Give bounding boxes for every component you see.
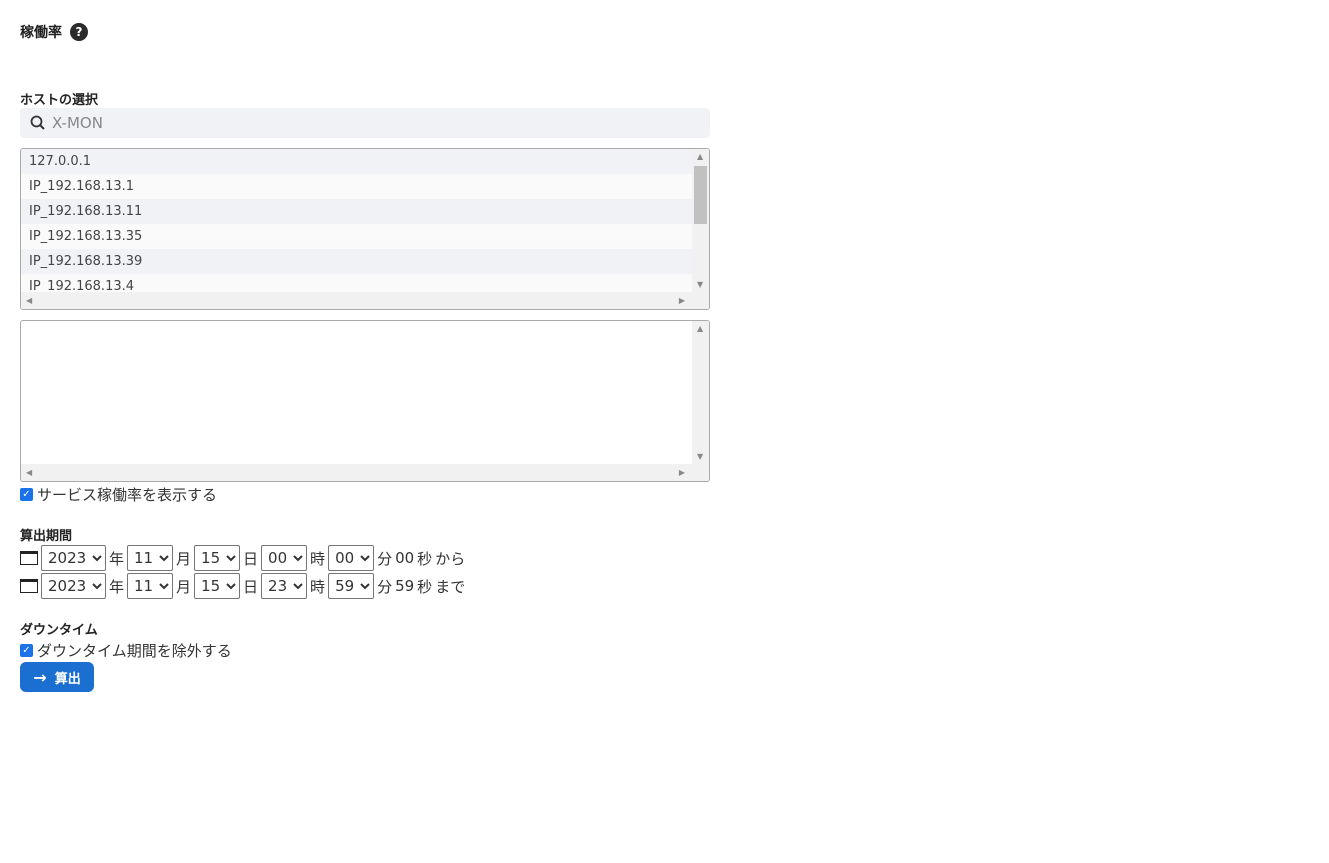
period-to: 2023 年 11 月 15 日 23 時 59 分 59 秒まで — [20, 573, 465, 599]
unit: 月 — [176, 577, 192, 596]
host-search[interactable] — [20, 108, 710, 138]
host-list[interactable]: 127.0.0.1 IP_192.168.13.1 IP_192.168.13.11… — [20, 148, 710, 310]
calendar-icon[interactable] — [20, 551, 38, 565]
suffix: から — [435, 549, 466, 568]
unit: 時 — [310, 549, 326, 568]
show-service-checkbox-row[interactable]: ✓ サービス稼働率を表示する — [20, 484, 217, 505]
checkbox-label: ダウンタイム期間を除外する — [37, 642, 232, 660]
period-from: 2023 年 11 月 15 日 00 時 00 分 00 秒から — [20, 545, 465, 571]
unit: 月 — [176, 549, 192, 568]
vertical-scrollbar[interactable]: ▲ ▼ — [692, 321, 709, 464]
host-option[interactable]: IP_192.168.13.1 — [21, 174, 693, 199]
title-text: 稼働率 — [20, 25, 62, 41]
host-option[interactable]: IP_192.168.13.11 — [21, 199, 693, 224]
unit: 分 — [377, 549, 393, 568]
calculate-button[interactable]: → 算出 — [20, 662, 94, 692]
calendar-icon[interactable] — [20, 579, 38, 593]
horizontal-scrollbar[interactable]: ◀ ▶ — [21, 464, 709, 481]
host-section-label: ホストの選択 — [20, 93, 99, 108]
unit: 秒 — [417, 577, 433, 596]
vertical-scrollbar[interactable]: ▲ ▼ — [692, 149, 709, 292]
button-label: 算出 — [54, 671, 81, 687]
to-year-select[interactable]: 2023 — [41, 573, 106, 599]
unit: 時 — [310, 577, 326, 596]
downtime-label: ダウンタイム — [20, 623, 98, 638]
checkbox[interactable]: ✓ — [20, 644, 33, 657]
from-hour-select[interactable]: 00 — [261, 545, 308, 571]
second-value: 00 — [395, 549, 415, 567]
host-option[interactable]: 127.0.0.1 — [21, 149, 693, 174]
unit: 日 — [243, 549, 259, 568]
horizontal-scrollbar[interactable]: ◀ ▶ — [21, 292, 709, 309]
help-icon[interactable]: ? — [70, 23, 88, 41]
unit: 年 — [109, 577, 125, 596]
from-month-select[interactable]: 11 — [127, 545, 174, 571]
checkbox-label: サービス稼働率を表示する — [37, 486, 218, 504]
host-option[interactable]: IP_192.168.13.35 — [21, 224, 693, 249]
suffix: まで — [435, 577, 466, 596]
unit: 分 — [377, 577, 393, 596]
arrow-right-icon: → — [33, 667, 47, 687]
to-minute-select[interactable]: 59 — [328, 573, 375, 599]
checkbox[interactable]: ✓ — [20, 488, 33, 501]
search-icon — [30, 115, 46, 131]
from-day-select[interactable]: 15 — [194, 545, 241, 571]
host-option[interactable]: IP_192.168.13.39 — [21, 249, 693, 274]
period-label: 算出期間 — [20, 529, 73, 544]
page-title: 稼働率? — [20, 22, 88, 42]
search-input[interactable] — [50, 113, 654, 133]
unit: 秒 — [417, 549, 433, 568]
unit: 日 — [243, 577, 259, 596]
unit: 年 — [109, 549, 125, 568]
service-list[interactable]: ▲ ▼ ◀ ▶ — [20, 320, 710, 482]
second-value: 59 — [395, 577, 415, 595]
from-year-select[interactable]: 2023 — [41, 545, 106, 571]
from-minute-select[interactable]: 00 — [328, 545, 375, 571]
to-month-select[interactable]: 11 — [127, 573, 174, 599]
to-day-select[interactable]: 15 — [194, 573, 241, 599]
downtime-checkbox-row[interactable]: ✓ ダウンタイム期間を除外する — [20, 640, 232, 661]
to-hour-select[interactable]: 23 — [261, 573, 308, 599]
